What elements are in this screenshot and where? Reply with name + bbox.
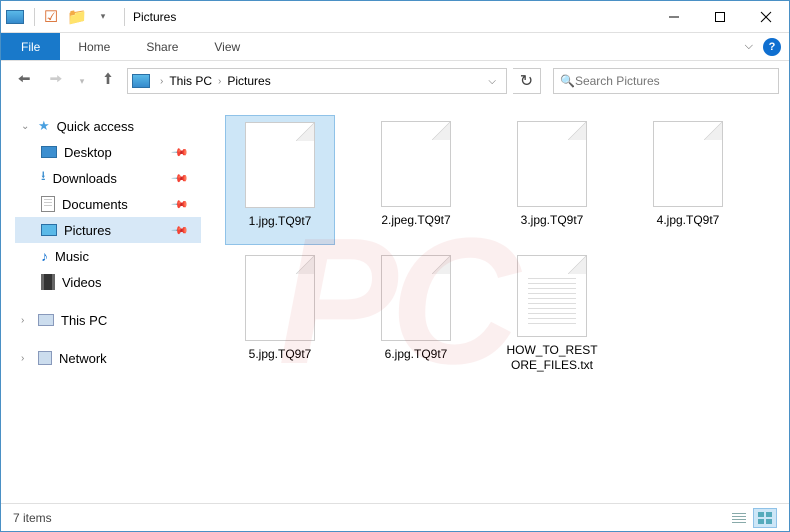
body-area: ⌄ ★ Quick access Desktop 📌 ⭳ Downloads 📌… — [1, 101, 789, 501]
sidebar-network[interactable]: › Network — [15, 345, 201, 371]
ribbon-tabs: File Home Share View ⌵ ? — [1, 33, 789, 61]
file-item[interactable]: 4.jpg.TQ9t7 — [633, 115, 743, 245]
sidebar-label: Quick access — [57, 119, 134, 134]
chevron-right-icon[interactable]: › — [21, 315, 31, 326]
tab-share[interactable]: Share — [128, 33, 196, 60]
sidebar-item-videos[interactable]: Videos — [15, 269, 201, 295]
file-item[interactable]: 3.jpg.TQ9t7 — [497, 115, 607, 245]
file-item[interactable]: 1.jpg.TQ9t7 — [225, 115, 335, 245]
close-button[interactable] — [743, 1, 789, 33]
forward-button[interactable]: 🠪 — [43, 68, 69, 94]
pin-icon: 📌 — [171, 195, 190, 214]
sidebar-item-label: Videos — [62, 275, 102, 290]
sidebar-item-label: Downloads — [53, 171, 117, 186]
location-icon — [132, 74, 150, 88]
details-view-button[interactable] — [727, 508, 751, 528]
file-item[interactable]: 5.jpg.TQ9t7 — [225, 249, 335, 379]
properties-button[interactable]: ☑ — [39, 5, 63, 29]
file-item[interactable]: 2.jpeg.TQ9t7 — [361, 115, 471, 245]
sidebar-label: Network — [59, 351, 107, 366]
file-icon — [245, 122, 315, 208]
history-dropdown[interactable]: ▾ — [75, 76, 89, 87]
sidebar-item-music[interactable]: ♪ Music — [15, 243, 201, 269]
file-name: 3.jpg.TQ9t7 — [521, 213, 584, 228]
sidebar-item-label: Documents — [62, 197, 128, 212]
address-dropdown-icon[interactable]: ⌵ — [482, 76, 502, 87]
window-title: Pictures — [133, 10, 176, 24]
sidebar-item-downloads[interactable]: ⭳ Downloads 📌 — [15, 165, 201, 191]
sidebar-item-desktop[interactable]: Desktop 📌 — [15, 139, 201, 165]
file-icon — [245, 255, 315, 341]
item-count: 7 items — [13, 511, 52, 525]
file-item[interactable]: 6.jpg.TQ9t7 — [361, 249, 471, 379]
address-bar[interactable]: › This PC › Pictures ⌵ — [127, 68, 507, 94]
status-bar: 7 items — [1, 503, 789, 531]
documents-icon — [41, 196, 55, 212]
network-icon — [38, 351, 52, 365]
maximize-button[interactable] — [697, 1, 743, 33]
title-bar: ☑ 📁 ▾ Pictures — [1, 1, 789, 33]
file-name: 5.jpg.TQ9t7 — [249, 347, 312, 362]
file-tab[interactable]: File — [1, 33, 60, 60]
large-icons-view-button[interactable] — [753, 508, 777, 528]
sidebar-this-pc[interactable]: › This PC — [15, 307, 201, 333]
sidebar-item-pictures[interactable]: Pictures 📌 — [15, 217, 201, 243]
breadcrumb-root[interactable]: This PC — [167, 74, 214, 88]
star-icon: ★ — [38, 118, 50, 134]
desktop-icon — [41, 146, 57, 158]
file-name: HOW_TO_RESTORE_FILES.txt — [503, 343, 601, 373]
ribbon-expand-icon[interactable]: ⌵ — [745, 40, 753, 53]
tab-view[interactable]: View — [196, 33, 258, 60]
sidebar-item-documents[interactable]: Documents 📌 — [15, 191, 201, 217]
qat-separator — [34, 8, 35, 26]
file-item[interactable]: HOW_TO_RESTORE_FILES.txt — [497, 249, 607, 379]
new-folder-button[interactable]: 📁 — [65, 5, 89, 29]
minimize-button[interactable] — [651, 1, 697, 33]
computer-icon — [38, 314, 54, 326]
navigation-bar: 🠨 🠪 ▾ 🠩 › This PC › Pictures ⌵ ↻ 🔍 — [1, 61, 789, 101]
title-separator — [124, 8, 125, 26]
refresh-button[interactable]: ↻ — [513, 68, 541, 94]
help-button[interactable]: ? — [763, 38, 781, 56]
pin-icon: 📌 — [171, 143, 190, 162]
sidebar-item-label: Pictures — [64, 223, 111, 238]
file-name: 2.jpeg.TQ9t7 — [381, 213, 450, 228]
videos-icon — [41, 274, 55, 290]
downloads-icon: ⭳ — [41, 167, 46, 189]
back-button[interactable]: 🠨 — [11, 68, 37, 94]
qat-dropdown[interactable]: ▾ — [91, 5, 115, 29]
window-controls — [651, 1, 789, 33]
search-input[interactable] — [575, 74, 772, 88]
chevron-down-icon[interactable]: ⌄ — [21, 121, 31, 132]
music-icon: ♪ — [41, 248, 48, 264]
pictures-icon — [41, 224, 57, 236]
search-icon: 🔍 — [560, 74, 575, 88]
file-icon — [381, 121, 451, 207]
search-box[interactable]: 🔍 — [553, 68, 779, 94]
sidebar-item-label: Desktop — [64, 145, 112, 160]
chevron-right-icon[interactable]: › — [21, 353, 31, 364]
crumb-separator-icon[interactable]: › — [214, 76, 225, 87]
file-icon — [381, 255, 451, 341]
sidebar-quick-access[interactable]: ⌄ ★ Quick access — [15, 113, 201, 139]
file-name: 4.jpg.TQ9t7 — [657, 213, 720, 228]
file-list[interactable]: 1.jpg.TQ9t7 2.jpeg.TQ9t7 3.jpg.TQ9t7 4.jpg.… — [201, 101, 789, 501]
view-toggles — [727, 508, 777, 528]
breadcrumb-current[interactable]: Pictures — [225, 74, 272, 88]
app-icon[interactable] — [6, 5, 30, 29]
sidebar-item-label: Music — [55, 249, 89, 264]
file-name: 1.jpg.TQ9t7 — [249, 214, 312, 229]
tab-home[interactable]: Home — [60, 33, 128, 60]
crumb-separator-icon[interactable]: › — [156, 76, 167, 87]
sidebar-label: This PC — [61, 313, 107, 328]
pin-icon: 📌 — [171, 221, 190, 240]
file-icon — [653, 121, 723, 207]
text-file-icon — [517, 255, 587, 337]
quick-access-toolbar: ☑ 📁 ▾ — [1, 5, 120, 29]
file-icon — [517, 121, 587, 207]
navigation-pane: ⌄ ★ Quick access Desktop 📌 ⭳ Downloads 📌… — [1, 101, 201, 501]
pin-icon: 📌 — [171, 169, 190, 188]
file-name: 6.jpg.TQ9t7 — [385, 347, 448, 362]
up-button[interactable]: 🠩 — [95, 68, 121, 94]
